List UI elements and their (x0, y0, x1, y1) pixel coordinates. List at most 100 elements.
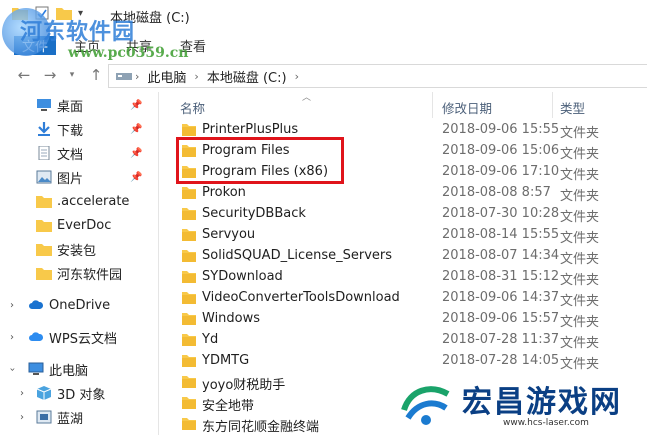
sidebar-item-label: OneDrive (49, 297, 111, 313)
drive-icon (116, 73, 132, 80)
pin-icon[interactable]: 📌 (130, 100, 142, 111)
pin-icon[interactable]: 📌 (130, 172, 142, 183)
file-date: 2018-07-30 10:28 (442, 206, 560, 221)
recent-locations-chevron-icon[interactable]: ▾ (62, 65, 82, 85)
file-date: 2018-07-28 14:05 (442, 353, 560, 368)
column-header-type[interactable]: 类型 (560, 98, 585, 117)
folder-icon (36, 196, 52, 208)
brand-name: 宏昌游戏网 (462, 385, 622, 420)
file-type: 文件夹 (560, 252, 600, 267)
table-row[interactable]: SYDownload 2018-08-31 15:12 文件夹 (180, 267, 640, 288)
file-date: 2018-08-14 15:55 (442, 227, 560, 242)
sidebar-item-desktop[interactable]: 桌面 📌 (0, 94, 158, 116)
folder-icon (182, 229, 196, 241)
pin-icon[interactable]: 📌 (130, 148, 142, 159)
folder-icon (182, 376, 196, 388)
breadcrumb-separator-icon[interactable]: › (192, 70, 200, 83)
file-type: 文件夹 (560, 189, 600, 204)
file-name: SecurityDBBack (202, 206, 306, 221)
file-date: 2018-08-07 14:34 (442, 248, 560, 263)
folder-icon (182, 418, 196, 430)
file-name: Servyou (202, 227, 256, 242)
back-arrow-icon[interactable]: ← (14, 65, 34, 85)
expand-chevron-icon[interactable]: › (20, 412, 24, 423)
table-row[interactable]: SecurityDBBack 2018-07-30 10:28 文件夹 (180, 204, 640, 225)
file-date: 2018-09-06 17:10 (442, 164, 560, 179)
sidebar-item-onedrive[interactable]: › OneDrive (0, 294, 158, 316)
folder-icon (182, 250, 196, 262)
breadcrumb-this-pc[interactable]: 此电脑 (141, 67, 192, 86)
pin-icon[interactable]: 📌 (130, 124, 142, 135)
folder-icon (182, 208, 196, 220)
column-divider[interactable] (552, 92, 553, 118)
cloud-icon (29, 300, 44, 309)
sidebar-item-3d-objects[interactable]: › 3D 对象 (0, 382, 158, 404)
file-date: 2018-08-31 15:12 (442, 269, 560, 284)
file-name: VideoConverterToolsDownload (202, 290, 400, 305)
sidebar-item-documents[interactable]: 文档 📌 (0, 142, 158, 164)
sidebar-item-wps[interactable]: › WPS云文档 (0, 326, 158, 348)
expand-chevron-icon[interactable]: › (10, 300, 14, 311)
file-name: yoyo财税助手 (202, 378, 286, 393)
table-row[interactable]: VideoConverterToolsDownload 2018-09-06 14… (180, 288, 640, 309)
brand-mark-icon (401, 386, 450, 425)
sidebar-item-accelerate[interactable]: .accelerate (0, 190, 158, 212)
cube-icon (36, 386, 52, 400)
folder-icon (182, 397, 196, 409)
expand-chevron-icon[interactable]: › (10, 332, 14, 343)
highlight-annotation-box (176, 137, 344, 184)
file-type: 文件夹 (560, 336, 600, 351)
file-name: SYDownload (202, 269, 283, 284)
sidebar-item-everdoc[interactable]: EverDoc (0, 214, 158, 236)
sidebar-item-label: 3D 对象 (57, 387, 106, 403)
up-arrow-icon[interactable]: ↑ (86, 65, 106, 85)
table-row[interactable]: Servyou 2018-08-14 15:55 文件夹 (180, 225, 640, 246)
file-date: 2018-09-06 15:06 (442, 143, 560, 158)
lanhu-icon (36, 410, 52, 424)
breadcrumb-separator-icon[interactable]: › (293, 70, 301, 83)
breadcrumb-separator-icon[interactable]: › (133, 70, 141, 83)
sidebar-item-label: 桌面 (57, 99, 84, 115)
column-header-date[interactable]: 修改日期 (442, 98, 492, 117)
brand-logo: 宏昌游戏网 www.hcs-laser.com (398, 374, 647, 435)
sidebar-item-hedong[interactable]: 河东软件园 (0, 262, 158, 284)
expand-chevron-icon[interactable]: › (7, 367, 18, 371)
sidebar-item-downloads[interactable]: 下载 📌 (0, 118, 158, 140)
table-row[interactable]: Prokon 2018-08-08 8:57 文件夹 (180, 183, 640, 204)
file-date: 2018-07-28 11:37 (442, 332, 560, 347)
folder-icon (182, 292, 196, 304)
sidebar-item-pictures[interactable]: 图片 📌 (0, 166, 158, 188)
download-icon (38, 122, 50, 136)
file-name: YDMTG (202, 353, 250, 368)
column-divider[interactable] (432, 92, 433, 118)
sidebar-item-label: 安装包 (57, 243, 97, 259)
table-row[interactable]: YDMTG 2018-07-28 14:05 文件夹 (180, 351, 640, 372)
breadcrumb-local-disk[interactable]: 本地磁盘 (C:) (201, 67, 293, 86)
table-row[interactable]: SolidSQUAD_License_Servers 2018-08-07 14:… (180, 246, 640, 267)
file-date: 2018-09-06 14:37 (442, 290, 560, 305)
desktop-icon (37, 99, 51, 111)
sidebar-item-lanhu[interactable]: › 蓝湖 (0, 406, 158, 428)
file-type: 文件夹 (560, 294, 600, 309)
sidebar-item-label: WPS云文档 (49, 331, 117, 347)
sidebar-item-installers[interactable]: 安装包 (0, 238, 158, 260)
file-date: 2018-09-06 15:55 (442, 122, 560, 137)
file-type: 文件夹 (560, 273, 600, 288)
sidebar-item-label: 文档 (57, 147, 84, 163)
table-row[interactable]: Windows 2018-09-06 15:57 文件夹 (180, 309, 640, 330)
file-type: 文件夹 (560, 168, 600, 183)
folder-icon (36, 244, 52, 256)
file-date: 2018-09-06 15:57 (442, 311, 560, 326)
table-row[interactable]: Yd 2018-07-28 11:37 文件夹 (180, 330, 640, 351)
file-type: 文件夹 (560, 357, 600, 372)
column-header-name[interactable]: 名称 (180, 98, 205, 117)
file-name: Yd (202, 332, 219, 347)
navigation-pane: 桌面 📌 下载 📌 文档 📌 图片 📌 .accelerate EverDoc … (0, 92, 159, 435)
address-path[interactable]: › 此电脑 › 本地磁盘 (C:) › (108, 64, 647, 88)
folder-icon (182, 334, 196, 346)
forward-arrow-icon[interactable]: → (40, 65, 60, 85)
sidebar-item-this-pc[interactable]: › 此电脑 (0, 358, 158, 380)
expand-chevron-icon[interactable]: › (20, 388, 24, 399)
sidebar-item-label: 图片 (57, 171, 84, 187)
folder-icon (182, 187, 196, 199)
